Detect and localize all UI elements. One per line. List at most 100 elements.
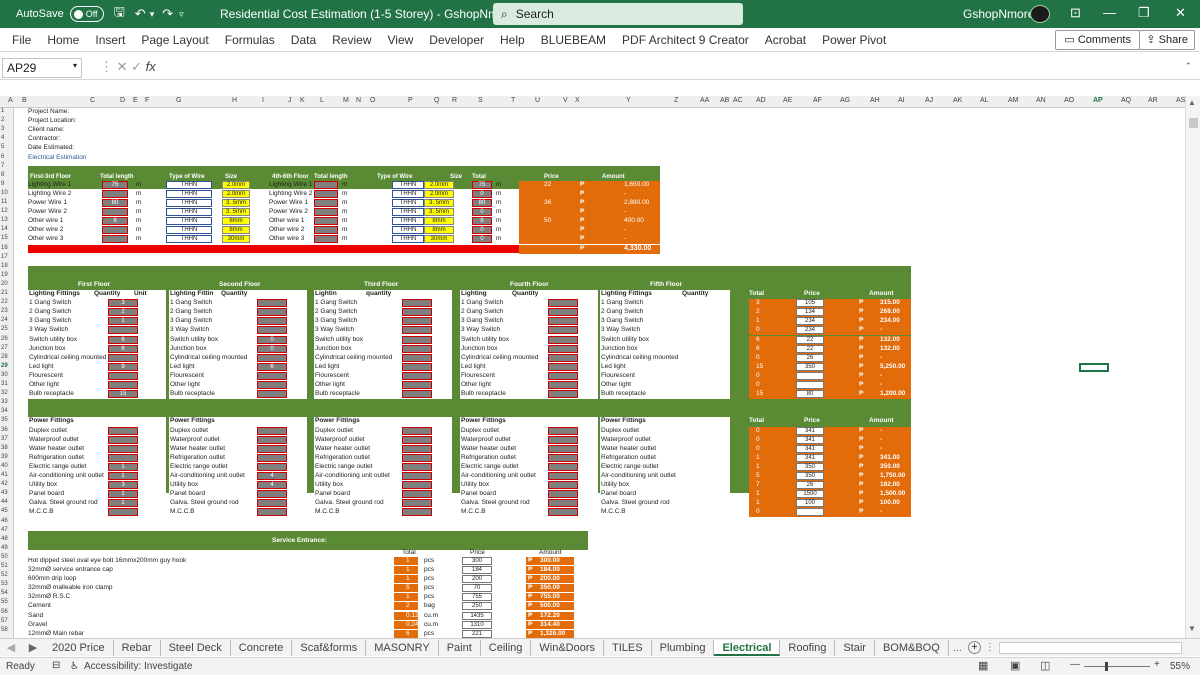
wire-size-field[interactable]: 30mm bbox=[222, 235, 250, 244]
wire-size-field[interactable]: 3. 5mm bbox=[424, 199, 454, 207]
power-price-field[interactable]: 341 bbox=[796, 435, 824, 444]
quantity-input[interactable] bbox=[548, 499, 578, 508]
quantity-input[interactable] bbox=[257, 490, 287, 499]
sheet-tab[interactable]: Ceiling bbox=[481, 639, 532, 656]
power-price-field[interactable]: 26 bbox=[796, 481, 824, 490]
row-header[interactable]: 39 bbox=[1, 454, 8, 460]
row-header[interactable]: 14 bbox=[1, 226, 8, 232]
quantity-input[interactable] bbox=[257, 508, 287, 517]
column-header[interactable]: D bbox=[120, 97, 125, 104]
wire-type-field[interactable]: THHN bbox=[166, 199, 212, 207]
quantity-input[interactable] bbox=[402, 490, 432, 499]
quantity-input[interactable] bbox=[402, 308, 432, 317]
column-header[interactable]: J bbox=[288, 97, 292, 104]
row-header[interactable]: 58 bbox=[1, 627, 8, 633]
quantity-input[interactable] bbox=[257, 390, 287, 399]
quantity-input[interactable] bbox=[402, 371, 432, 380]
row-header[interactable]: 33 bbox=[1, 399, 8, 405]
quantity-input[interactable] bbox=[257, 326, 287, 335]
quantity-input[interactable] bbox=[402, 299, 432, 308]
lighting-price-field[interactable]: 234 bbox=[796, 326, 824, 335]
redo-icon[interactable]: ↷ bbox=[162, 6, 173, 22]
lighting-price-field[interactable]: 80 bbox=[796, 390, 824, 399]
wire-size-field[interactable]: 3. 5mm bbox=[222, 199, 250, 207]
quantity-input[interactable] bbox=[108, 381, 138, 389]
column-header[interactable]: N bbox=[356, 97, 361, 104]
quantity-input[interactable]: 1 bbox=[108, 317, 138, 326]
cancel-icon[interactable]: ✕ bbox=[117, 59, 132, 74]
menu-power-pivot[interactable]: Power Pivot bbox=[814, 33, 894, 47]
column-header[interactable]: AH bbox=[870, 97, 880, 104]
service-price-field[interactable]: 755 bbox=[462, 593, 492, 602]
service-price-field[interactable]: 1435 bbox=[462, 611, 492, 620]
wire-type-field[interactable]: THHN bbox=[166, 189, 212, 198]
column-header[interactable]: AQ bbox=[1121, 97, 1131, 104]
sheet-tab[interactable]: Concrete bbox=[231, 639, 293, 656]
power-price-field[interactable]: 100 bbox=[796, 499, 824, 508]
quantity-input[interactable] bbox=[548, 344, 578, 353]
quantity-input[interactable]: 6 bbox=[108, 335, 138, 344]
quantity-input[interactable] bbox=[548, 362, 578, 371]
quantity-input[interactable]: 3 bbox=[108, 299, 138, 308]
quantity-input[interactable] bbox=[548, 371, 578, 380]
wire-type-field[interactable]: THHN bbox=[166, 226, 212, 235]
menu-pdf-architect[interactable]: PDF Architect 9 Creator bbox=[614, 33, 757, 47]
row-header[interactable]: 49 bbox=[1, 545, 8, 551]
wire-type-field[interactable]: THHN bbox=[166, 208, 212, 217]
menu-help[interactable]: Help bbox=[492, 33, 533, 47]
row-header[interactable]: 31 bbox=[1, 381, 8, 387]
scroll-down-icon[interactable]: ▼ bbox=[1188, 624, 1198, 636]
quantity-input[interactable] bbox=[257, 426, 287, 435]
column-header[interactable]: I bbox=[262, 97, 264, 104]
wire-type-field[interactable]: THHN bbox=[166, 235, 212, 244]
quantity-input[interactable] bbox=[402, 453, 432, 462]
quantity-input[interactable] bbox=[548, 435, 578, 444]
quantity-input[interactable] bbox=[402, 499, 432, 508]
lighting-price-field[interactable]: 350 bbox=[796, 362, 824, 371]
row-header[interactable]: 11 bbox=[1, 199, 7, 205]
page-layout-view-icon[interactable]: ▣ bbox=[1010, 659, 1020, 672]
column-header[interactable]: H bbox=[232, 97, 237, 104]
wire-size-field[interactable]: 2.0mm bbox=[222, 180, 250, 189]
quantity-input[interactable]: 6 bbox=[108, 344, 138, 353]
quantity-input[interactable]: 2 bbox=[108, 308, 138, 317]
quantity-input[interactable] bbox=[548, 508, 578, 517]
menu-data[interactable]: Data bbox=[283, 33, 324, 47]
tab-prev-icon[interactable]: ◀ bbox=[0, 641, 22, 654]
menu-formulas[interactable]: Formulas bbox=[217, 33, 283, 47]
document-title[interactable]: Residential Cost Estimation (1-5 Storey)… bbox=[220, 7, 515, 21]
quantity-input[interactable] bbox=[108, 353, 138, 362]
wire-type-field[interactable]: THHN bbox=[392, 189, 424, 198]
column-header[interactable]: A bbox=[8, 97, 13, 104]
accessibility-status[interactable]: Accessibility: Investigate bbox=[84, 661, 192, 672]
lighting-price-field[interactable] bbox=[796, 381, 824, 389]
wire-size-field[interactable]: 8mm bbox=[222, 226, 250, 235]
quantity-input[interactable] bbox=[257, 371, 287, 380]
wire-length-input[interactable] bbox=[102, 208, 128, 217]
power-price-field[interactable]: 350 bbox=[796, 462, 824, 471]
row-header[interactable]: 37 bbox=[1, 436, 8, 442]
power-price-field[interactable] bbox=[796, 508, 824, 517]
column-header[interactable]: AS bbox=[1176, 97, 1185, 104]
column-header[interactable]: U bbox=[535, 97, 540, 104]
row-header[interactable]: 32 bbox=[1, 390, 8, 396]
column-header[interactable]: M bbox=[343, 97, 349, 104]
quantity-input[interactable] bbox=[402, 444, 432, 453]
quantity-input[interactable] bbox=[257, 499, 287, 508]
quantity-input[interactable] bbox=[548, 326, 578, 335]
quantity-input[interactable] bbox=[402, 508, 432, 517]
row-header[interactable]: 27 bbox=[1, 345, 8, 351]
row-header[interactable]: 19 bbox=[1, 272, 8, 278]
row-header[interactable]: 17 bbox=[1, 254, 8, 260]
sheet-tab[interactable]: Stair bbox=[835, 639, 875, 656]
quantity-input[interactable] bbox=[257, 353, 287, 362]
row-header[interactable]: 50 bbox=[1, 554, 8, 560]
column-header[interactable]: T bbox=[511, 97, 515, 104]
quantity-input[interactable] bbox=[548, 462, 578, 471]
quantity-input[interactable] bbox=[548, 390, 578, 399]
row-header[interactable]: 6 bbox=[1, 154, 4, 160]
row-header[interactable]: 47 bbox=[1, 527, 8, 533]
column-header[interactable]: AK bbox=[953, 97, 962, 104]
wire-type-field[interactable]: THHN bbox=[392, 208, 424, 217]
quantity-input[interactable] bbox=[402, 481, 432, 490]
